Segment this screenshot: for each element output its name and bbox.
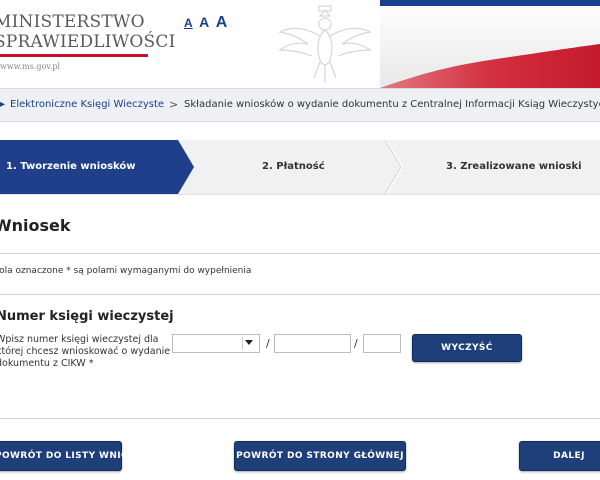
back-to-list-button[interactable]: POWRÓT DO LISTY WNIOSKÓW [0,441,161,471]
back-home-button[interactable]: POWRÓT DO STRONY GŁÓWNEJ [234,441,406,471]
kw-check-digit-input[interactable] [363,334,401,353]
required-fields-note: Pola oznaczone * są polami wymaganymi do… [0,266,252,276]
font-size-small-button[interactable]: A [184,16,193,30]
font-size-medium-button[interactable]: A [199,14,209,30]
next-button[interactable]: DALEJ [519,441,600,471]
clear-button[interactable]: WYCZYŚĆ [412,334,522,362]
field-label-line: Wpisz numer księgi wieczystej dla [0,334,159,345]
step-divider-2-3-shadow [384,140,402,194]
logo-title-line1: MINISTERSTWO [0,12,145,32]
divider [0,418,600,419]
font-size-large-button[interactable]: A [216,14,228,32]
kw-separator: / [354,337,358,350]
breadcrumb-current: Składanie wniosków o wydanie dokumentu z… [184,99,600,110]
field-label-line: dokumentu z CIKW * [0,358,94,369]
font-size-controls: A A A [184,14,227,32]
step-divider-2-3 [385,140,404,194]
divider [0,253,600,254]
logo-url: www.ms.gov.pl [0,62,61,71]
eagle-emblem-icon [278,5,372,82]
wizard-steps: 1. Tworzenie wniosków 2. Płatność 3. Zre… [0,140,600,195]
divider [0,294,600,295]
step-3-label: 3. Zrealizowane wnioski [446,161,582,172]
logo-red-bar [0,54,148,57]
breadcrumb-arrow-icon: ▸ [0,99,6,110]
chevron-down-icon [245,340,253,345]
section-title-kw-number: Numer księgi wieczystej [0,309,174,324]
select-divider [242,337,243,350]
polish-flag-graphic [380,0,600,88]
breadcrumb-separator: > [169,98,179,111]
kw-number-field-label: Wpisz numer księgi wieczystej dla której… [0,334,171,370]
breadcrumb-link-ekw[interactable]: Elektroniczne Księgi Wieczyste [10,89,164,121]
step-1-label: 1. Tworzenie wniosków [6,161,136,172]
court-code-select[interactable] [172,334,260,353]
breadcrumb: ▸ Elektroniczne Księgi Wieczyste > Skład… [0,88,600,122]
page-title: Wniosek [0,216,71,235]
page-header: MINISTERSTWO SPRAWIEDLIWOŚCI www.ms.gov.… [0,0,600,88]
step-2-label: 2. Płatność [262,161,325,172]
field-label-line: której chcesz wnioskować o wydanie [0,346,171,357]
kw-separator: / [266,337,270,350]
logo-title-line2: SPRAWIEDLIWOŚCI [0,32,176,52]
kw-number-input[interactable] [274,334,351,353]
